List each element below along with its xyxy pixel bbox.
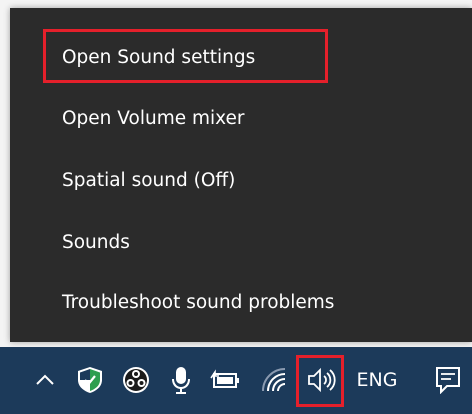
- notification-center-icon[interactable]: [430, 363, 466, 397]
- menu-item-label: Spatial sound (Off): [62, 169, 236, 191]
- menu-item-label: Sounds: [62, 231, 130, 253]
- windows-security-icon[interactable]: [70, 363, 110, 397]
- menu-item-label: Open Volume mixer: [62, 107, 245, 129]
- open-volume-mixer-item[interactable]: Open Volume mixer: [10, 87, 472, 149]
- wifi-icon[interactable]: [252, 363, 296, 397]
- sounds-item[interactable]: Sounds: [10, 211, 472, 273]
- menu-item-label: Open Sound settings: [62, 46, 256, 68]
- obs-studio-icon[interactable]: [116, 363, 156, 397]
- chevron-up-icon[interactable]: [30, 363, 60, 397]
- taskbar: ENG: [0, 347, 472, 414]
- open-sound-settings-item[interactable]: Open Sound settings: [10, 26, 472, 88]
- spatial-sound-item[interactable]: Spatial sound (Off): [10, 149, 472, 211]
- menu-item-label: Troubleshoot sound problems: [62, 291, 335, 313]
- battery-icon[interactable]: [203, 363, 247, 397]
- sound-context-menu: Open Sound settings Open Volume mixer Sp…: [10, 8, 472, 342]
- language-indicator[interactable]: ENG: [348, 363, 406, 397]
- microphone-icon[interactable]: [163, 363, 199, 397]
- troubleshoot-sound-item[interactable]: Troubleshoot sound problems: [10, 271, 472, 333]
- speaker-icon[interactable]: [297, 363, 345, 397]
